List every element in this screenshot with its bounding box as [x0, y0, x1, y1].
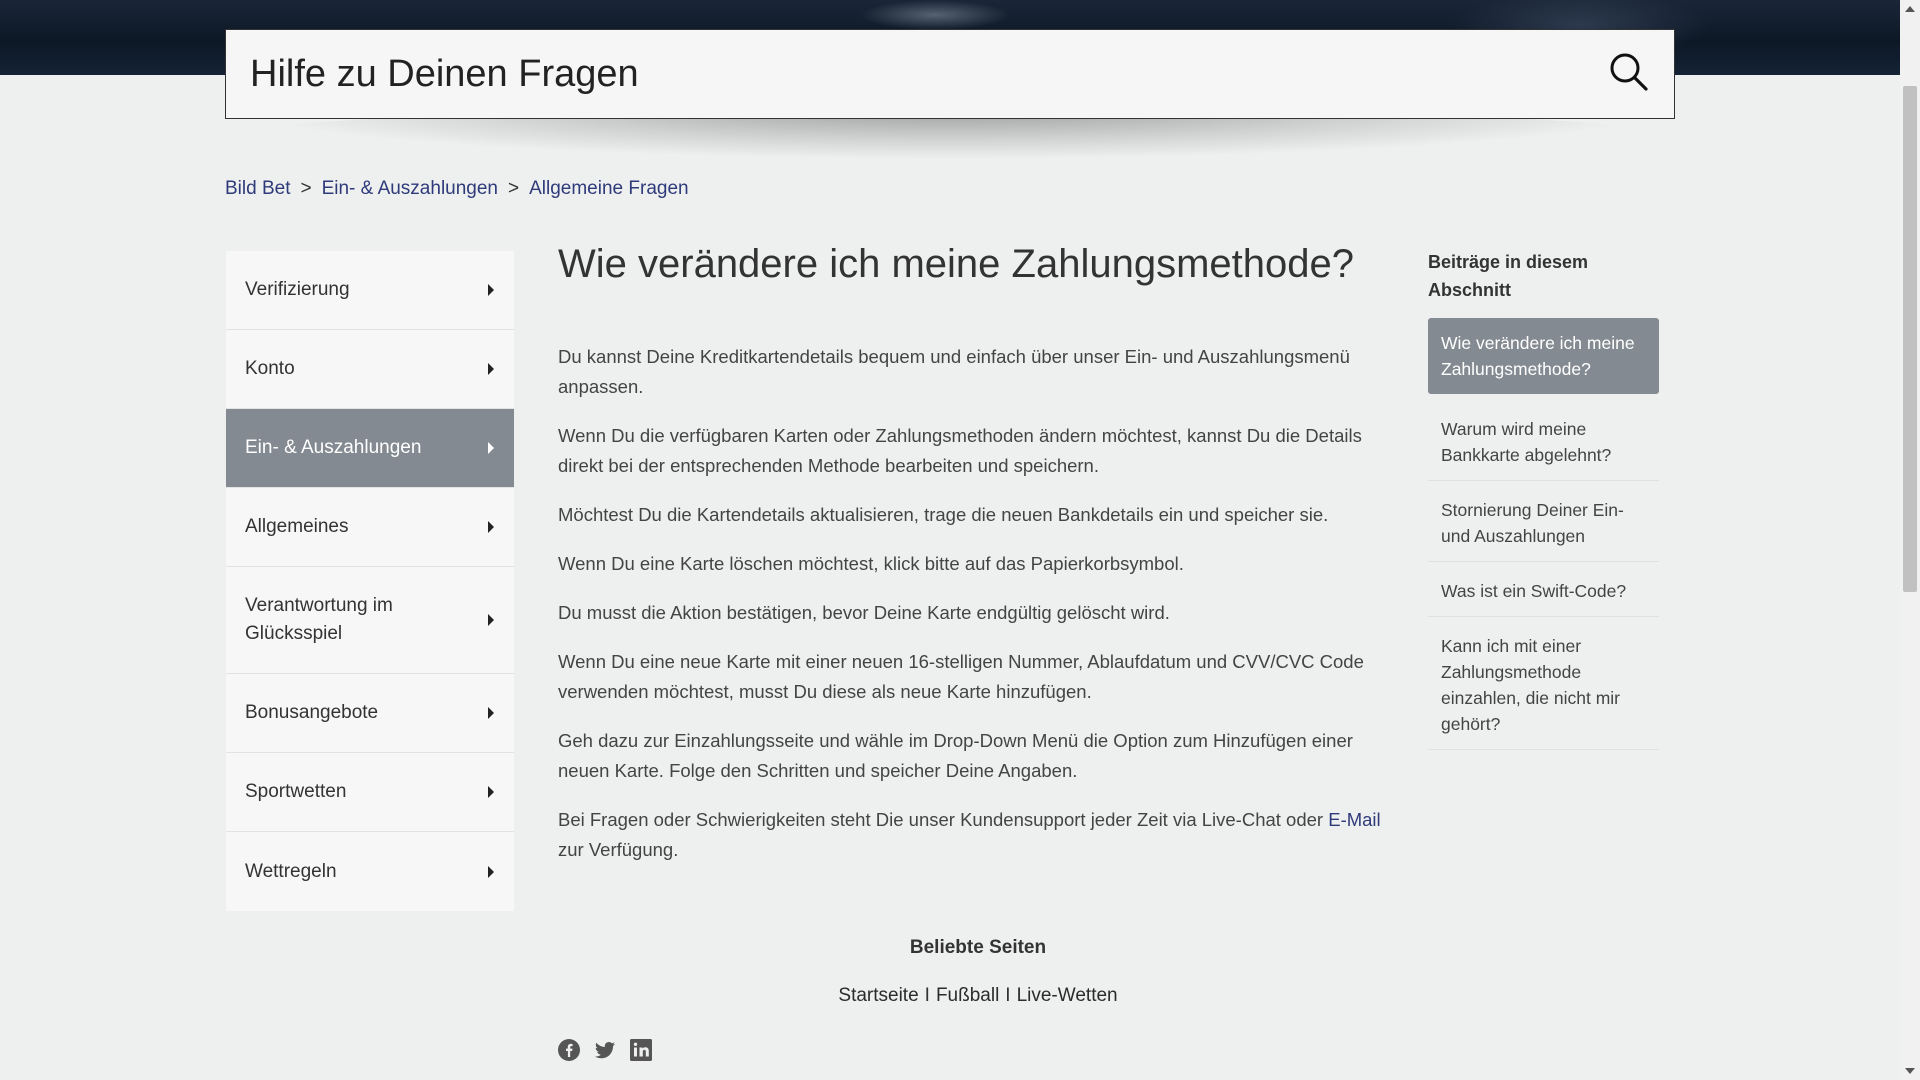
scroll-up-arrow-icon[interactable] — [1905, 6, 1915, 12]
article-paragraph: Du musst die Aktion bestätigen, bevor De… — [558, 602, 1170, 623]
sidebar-item-bonusangebote[interactable]: Bonusangebote — [226, 674, 514, 753]
contact-text-tail: zur Verfügung. — [558, 839, 679, 860]
sidebar-item-label: Konto — [245, 358, 295, 379]
breadcrumb-category[interactable]: Ein- & Auszahlungen — [322, 178, 498, 200]
sidebar-item-sportwetten[interactable]: Sportwetten — [226, 753, 514, 832]
related-heading: Beiträge in diesem Abschnitt — [1428, 252, 1589, 300]
category-sidebar: Verifizierung Konto Ein- & Auszahlungen … — [226, 251, 514, 911]
sidebar-item-verifizierung[interactable]: Verifizierung — [226, 251, 514, 330]
facebook-icon[interactable] — [557, 1038, 581, 1062]
related-item[interactable]: Kann ich mit einer Zahlungsmethode einza… — [1428, 621, 1659, 750]
related-item[interactable]: Stornierung Deiner Ein- und Auszahlungen — [1428, 485, 1659, 562]
sidebar-item-ein-auszahlungen[interactable]: Ein- & Auszahlungen — [226, 409, 514, 488]
sidebar-item-label: Bonusangebote — [245, 702, 379, 723]
sidebar-item-label: Verantwortung im Glücksspiel — [245, 595, 393, 644]
footer-title: Beliebte Seiten — [909, 937, 1047, 958]
article: Wie verändere ich meine Zahlungsmethode?… — [558, 240, 1398, 884]
article-paragraph: Du kannst Deine Kreditkartendetails bequ… — [558, 346, 1350, 397]
scroll-down-arrow-icon[interactable] — [1905, 1068, 1915, 1074]
footer-link-fussball[interactable]: Fußball — [936, 985, 999, 1006]
sidebar-item-konto[interactable]: Konto — [226, 330, 514, 409]
footer-link-separator: I — [1005, 985, 1011, 1006]
sidebar-item-verantwortung[interactable]: Verantwortung im Glücksspiel — [226, 567, 514, 674]
breadcrumb: Bild Bet > Ein- & Auszahlungen > Allgeme… — [225, 178, 689, 200]
caret-right-icon — [488, 786, 494, 798]
related-item-active[interactable]: Wie verändere ich meine Zahlungsmethode? — [1428, 318, 1659, 394]
breadcrumb-home[interactable]: Bild Bet — [225, 178, 290, 200]
article-paragraph: Wenn Du die verfügbaren Karten oder Zahl… — [558, 425, 1362, 476]
caret-right-icon — [488, 707, 494, 719]
article-paragraph: Wenn Du eine Karte löschen möchtest, kli… — [558, 553, 1184, 574]
twitter-icon[interactable] — [593, 1038, 617, 1062]
contact-text: Bei Fragen oder Schwierigkeiten steht Di… — [558, 809, 1329, 830]
article-paragraph: Wenn Du eine neue Karte mit einer neuen … — [558, 651, 1364, 702]
caret-right-icon — [488, 363, 494, 375]
caret-right-icon — [488, 614, 494, 626]
scroll-thumb[interactable] — [1903, 86, 1917, 592]
breadcrumb-separator: > — [508, 178, 520, 199]
related-articles: Beiträge in diesem Abschnitt Wie verände… — [1428, 248, 1659, 754]
email-link[interactable]: E-Mail — [1328, 809, 1380, 830]
social-links — [557, 1038, 653, 1062]
sidebar-item-label: Wettregeln — [245, 860, 337, 882]
vertical-scrollbar[interactable] — [1900, 0, 1920, 1080]
search-icon — [1609, 52, 1649, 97]
related-item[interactable]: Was ist ein Swift-Code? — [1428, 566, 1659, 617]
sidebar-item-label: Allgemeines — [245, 516, 349, 537]
footer-link-live-wetten[interactable]: Live-Wetten — [1017, 985, 1118, 1006]
search-input[interactable] — [226, 30, 1584, 118]
article-title: Wie verändere ich meine Zahlungsmethode? — [558, 242, 1354, 286]
breadcrumb-section[interactable]: Allgemeine Fragen — [529, 178, 688, 200]
search-button[interactable] — [1584, 30, 1674, 118]
footer-link-separator: I — [924, 985, 930, 1006]
sidebar-item-label: Sportwetten — [245, 781, 347, 802]
related-item[interactable]: Warum wird meine Bankkarte abgelehnt? — [1428, 404, 1659, 481]
caret-right-icon — [488, 284, 494, 296]
caret-right-icon — [488, 442, 494, 454]
sidebar-item-allgemeines[interactable]: Allgemeines — [226, 488, 514, 567]
article-paragraph-contact: Bei Fragen oder Schwierigkeiten steht Di… — [558, 805, 1398, 865]
caret-right-icon — [488, 521, 494, 533]
sidebar-item-label: Ein- & Auszahlungen — [245, 437, 422, 458]
footer-links: Startseite I Fußball I Live-Wetten — [0, 985, 1920, 1007]
caret-right-icon — [488, 865, 494, 878]
breadcrumb-separator: > — [300, 178, 312, 199]
article-paragraph: Möchtest Du die Kartendetails aktualisie… — [558, 504, 1329, 525]
footer-link-startseite[interactable]: Startseite — [838, 985, 918, 1006]
article-paragraph: Geh dazu zur Einzahlungsseite und wähle … — [558, 730, 1353, 781]
sidebar-item-label: Verifizierung — [245, 279, 350, 300]
linkedin-icon[interactable] — [629, 1038, 653, 1062]
sidebar-item-wettregeln[interactable]: Wettregeln — [226, 832, 514, 911]
search-bar — [225, 29, 1675, 119]
